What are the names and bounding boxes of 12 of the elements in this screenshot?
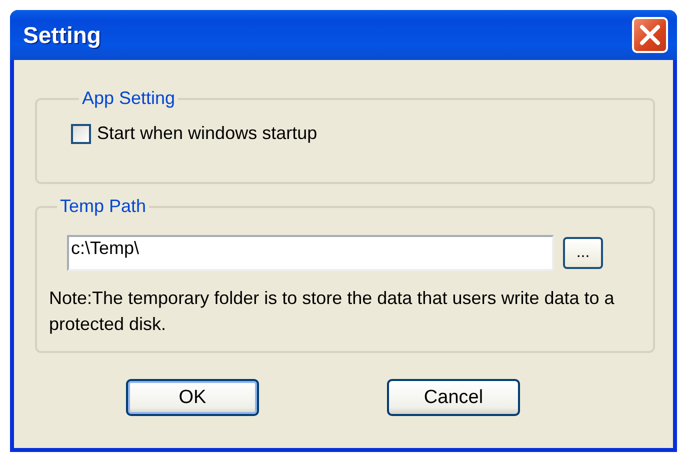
window-title: Setting	[23, 22, 101, 48]
ok-button[interactable]: OK	[126, 379, 259, 416]
path-field[interactable]: c:\Temp\	[67, 235, 554, 271]
browse-button[interactable]: ...	[563, 237, 603, 269]
checkbox[interactable]	[71, 124, 91, 144]
close-button[interactable]	[632, 17, 668, 53]
close-icon	[639, 24, 661, 46]
note-text: Note:The temporary folder is to store the data that users write data to a protected disk.	[49, 287, 616, 336]
group-title: App Setting	[81, 88, 176, 109]
checkbox-label[interactable]: Start when windows startup	[97, 123, 318, 144]
cancel-button[interactable]: Cancel	[387, 379, 520, 416]
group-title: Temp Path	[59, 196, 148, 217]
